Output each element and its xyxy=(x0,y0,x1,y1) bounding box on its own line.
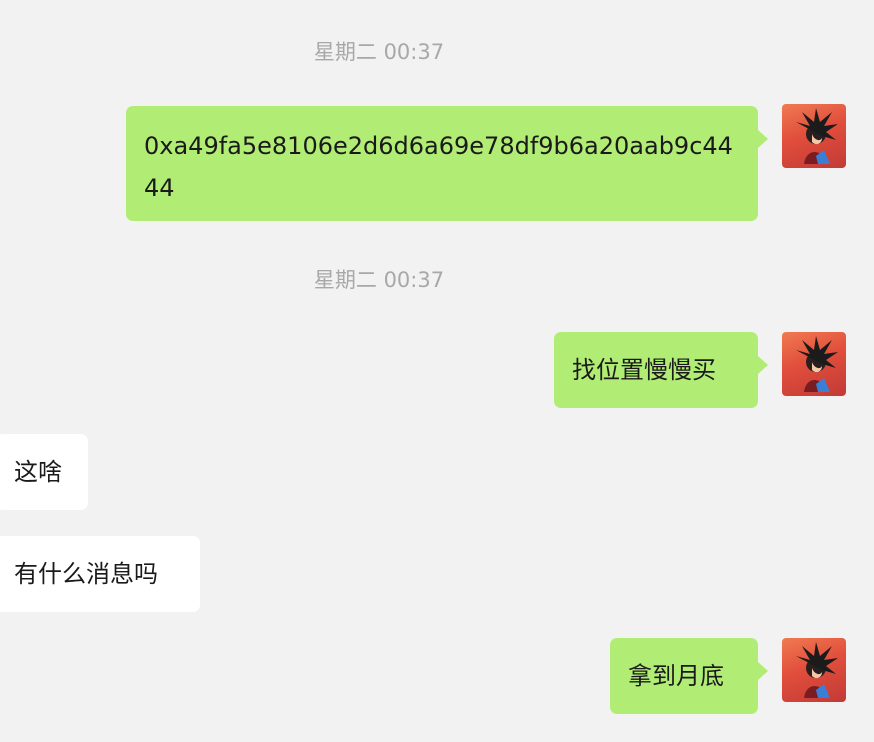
received-message-bubble[interactable]: 这啥 xyxy=(0,434,88,510)
sent-message-bubble[interactable]: 拿到月底 xyxy=(610,638,768,714)
user-avatar-icon[interactable] xyxy=(782,638,846,702)
message-timestamp: 星期二 00:37 xyxy=(313,268,445,292)
user-avatar-icon[interactable] xyxy=(782,332,846,396)
sent-message-bubble[interactable]: 0xa49fa5e8106e2d6d6a69e78df9b6a20aab9c44… xyxy=(126,106,768,221)
sent-message-bubble[interactable]: 找位置慢慢买 xyxy=(554,332,768,408)
message-timestamp: 星期二 00:37 xyxy=(313,40,445,64)
received-message-bubble[interactable]: 有什么消息吗 xyxy=(0,536,200,612)
user-avatar-icon[interactable] xyxy=(782,104,846,168)
